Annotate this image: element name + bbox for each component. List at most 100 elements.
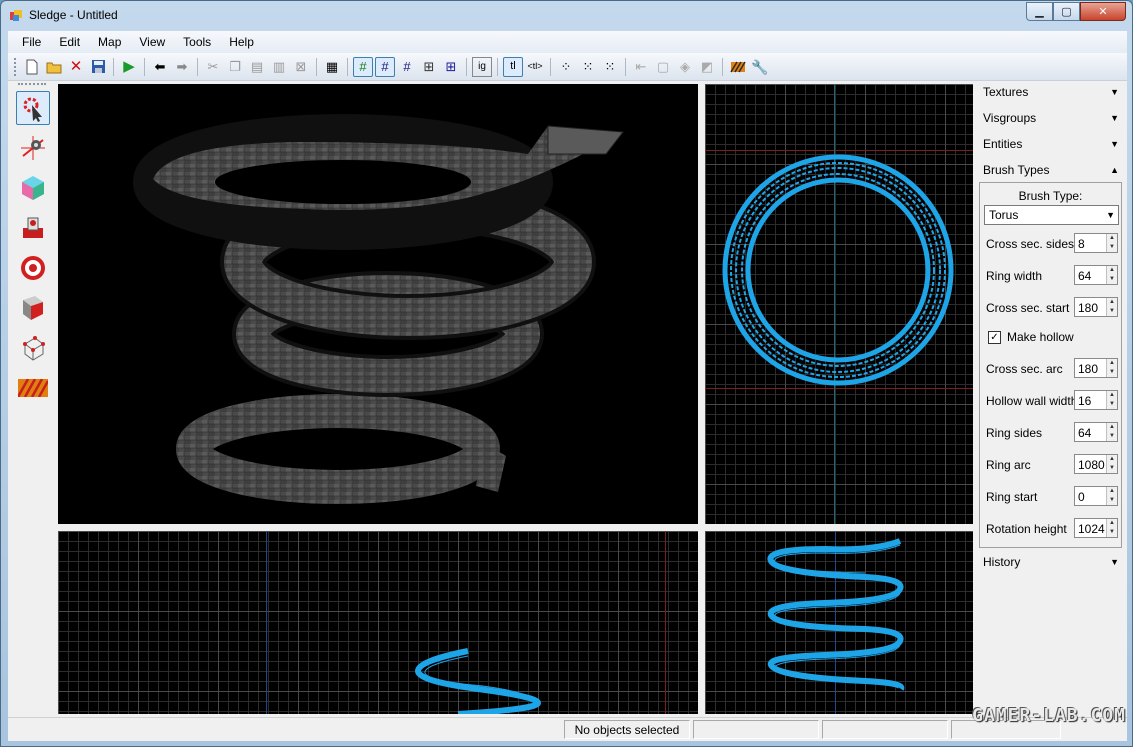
spinner-up-icon[interactable]: ▲ — [1107, 391, 1117, 400]
make-hollow-icon[interactable]: ◩ — [697, 57, 717, 77]
tie-to-entity-icon[interactable]: ⇤ — [631, 57, 651, 77]
spinner-value[interactable]: 1080 — [1078, 458, 1105, 472]
viewport-3d[interactable] — [58, 84, 698, 524]
spinner-down-icon[interactable]: ▼ — [1107, 400, 1117, 409]
texture-browser-icon[interactable] — [728, 57, 748, 77]
ring-start-spinner[interactable]: 0 ▲ ▼ — [1074, 486, 1118, 506]
texture-scale-lock-icon[interactable]: <tl> — [525, 57, 545, 77]
spinner-value[interactable]: 64 — [1078, 269, 1091, 283]
spinner-up-icon[interactable]: ▲ — [1107, 266, 1117, 275]
spinner-up-icon[interactable]: ▲ — [1107, 455, 1117, 464]
delete-icon[interactable]: ⊠ — [291, 57, 311, 77]
visgroups-section-header[interactable]: Visgroups ▼ — [977, 107, 1125, 129]
redo-icon[interactable]: ➡ — [172, 57, 192, 77]
toolbar-separator — [144, 57, 145, 76]
brush-types-section-header[interactable]: Brush Types ▲ — [977, 159, 1125, 181]
hide-selected-icon[interactable]: ⁙ — [600, 57, 620, 77]
spinner-up-icon[interactable]: ▲ — [1107, 519, 1117, 528]
menu-tools[interactable]: Tools — [175, 33, 219, 51]
spinner-value[interactable]: 1024 — [1078, 522, 1105, 536]
spinner-down-icon[interactable]: ▼ — [1107, 368, 1117, 377]
viewport-top-2d[interactable] — [705, 84, 973, 524]
clip-tool-icon[interactable] — [16, 371, 50, 405]
spinner-value[interactable]: 180 — [1078, 301, 1098, 315]
spinner-up-icon[interactable]: ▲ — [1107, 423, 1117, 432]
grid-3d-icon[interactable]: # — [375, 56, 395, 77]
entities-section-header[interactable]: Entities ▼ — [977, 133, 1125, 155]
spinner-down-icon[interactable]: ▼ — [1107, 307, 1117, 316]
spinner-value[interactable]: 0 — [1078, 490, 1085, 504]
carve-icon[interactable]: ◈ — [675, 57, 695, 77]
paste-icon[interactable]: ▤ — [247, 57, 267, 77]
spinner-down-icon[interactable]: ▼ — [1107, 243, 1117, 252]
camera-tool-icon[interactable] — [16, 131, 50, 165]
spinner-value[interactable]: 16 — [1078, 394, 1091, 408]
cut-icon[interactable]: ✂ — [203, 57, 223, 77]
move-to-world-icon[interactable]: ▢ — [653, 57, 673, 77]
brush-type-select[interactable]: Torus ▼ — [984, 205, 1119, 225]
viewport-side-2d[interactable] — [705, 531, 973, 714]
history-section-header[interactable]: History ▼ — [977, 551, 1125, 573]
texture-application-tool-icon[interactable] — [16, 291, 50, 325]
vertex-tool-icon[interactable] — [16, 331, 50, 365]
decal-tool-icon[interactable] — [16, 251, 50, 285]
grid-smaller-icon[interactable]: # — [397, 57, 417, 77]
paste-special-icon[interactable]: ▥ — [269, 57, 289, 77]
spinner-up-icon[interactable]: ▲ — [1107, 298, 1117, 307]
brush-tool-icon[interactable] — [16, 171, 50, 205]
ring-sides-spinner[interactable]: 64 ▲ ▼ — [1074, 422, 1118, 442]
spinner-down-icon[interactable]: ▼ — [1107, 275, 1117, 284]
menu-file[interactable]: File — [14, 33, 49, 51]
group-icon[interactable]: ⁘ — [556, 57, 576, 77]
copy-icon[interactable]: ❐ — [225, 57, 245, 77]
close-button[interactable]: ✕ — [1080, 2, 1126, 21]
properties-icon[interactable]: ▦ — [322, 57, 342, 77]
spinner-value[interactable]: 8 — [1078, 237, 1085, 251]
ignore-grouping-icon[interactable]: ig — [472, 56, 492, 77]
hollow-wall-width-spinner[interactable]: 16 ▲ ▼ — [1074, 390, 1118, 410]
spinner-value[interactable]: 180 — [1078, 362, 1098, 376]
run-icon[interactable]: ▶ — [119, 57, 139, 77]
open-folder-icon[interactable] — [44, 57, 64, 77]
settings-wrench-icon[interactable]: 🔧 — [750, 57, 770, 77]
select-tool-icon[interactable] — [16, 91, 50, 125]
make-hollow-checkbox-row[interactable]: ✓ Make hollow — [988, 327, 1118, 347]
spinner-down-icon[interactable]: ▼ — [1107, 528, 1117, 537]
rotation-height-spinner[interactable]: 1024 ▲ ▼ — [1074, 518, 1118, 538]
menu-help[interactable]: Help — [221, 33, 262, 51]
viewport-front-2d[interactable] — [58, 531, 698, 714]
spinner-value[interactable]: 64 — [1078, 426, 1091, 440]
undo-icon[interactable]: ⬅ — [150, 57, 170, 77]
maximize-button[interactable]: ▢ — [1053, 2, 1080, 21]
ring-arc-spinner[interactable]: 1080 ▲ ▼ — [1074, 454, 1118, 474]
title-bar[interactable]: Sledge - Untitled ▁ ▢ ✕ — [1, 1, 1132, 31]
cross-sec-arc-spinner[interactable]: 180 ▲ ▼ — [1074, 358, 1118, 378]
spinner-down-icon[interactable]: ▼ — [1107, 432, 1117, 441]
close-file-icon[interactable]: ✕ — [66, 57, 86, 77]
ring-width-spinner[interactable]: 64 ▲ ▼ — [1074, 265, 1118, 285]
spinner-up-icon[interactable]: ▲ — [1107, 359, 1117, 368]
entity-tool-icon[interactable] — [16, 211, 50, 245]
minimize-button[interactable]: ▁ — [1026, 2, 1053, 21]
grid-2d-icon[interactable]: # — [353, 56, 373, 77]
ungroup-icon[interactable]: ⁙ — [578, 57, 598, 77]
toolbar-grip[interactable] — [14, 57, 17, 76]
cross-sec-sides-spinner[interactable]: 8 ▲ ▼ — [1074, 233, 1118, 253]
spinner-down-icon[interactable]: ▼ — [1107, 496, 1117, 505]
watermark-logo: GAMER-LAB.COM — [972, 705, 1126, 726]
new-file-icon[interactable] — [22, 57, 42, 77]
menu-view[interactable]: View — [131, 33, 173, 51]
make-hollow-checkbox[interactable]: ✓ — [988, 330, 1001, 344]
menu-edit[interactable]: Edit — [51, 33, 88, 51]
grid-larger-icon[interactable]: ⊞ — [419, 57, 439, 77]
sidebar-grip — [18, 83, 46, 85]
spinner-down-icon[interactable]: ▼ — [1107, 464, 1117, 473]
cross-sec-start-spinner[interactable]: 180 ▲ ▼ — [1074, 297, 1118, 317]
spinner-up-icon[interactable]: ▲ — [1107, 487, 1117, 496]
textures-section-header[interactable]: Textures ▼ — [977, 81, 1125, 103]
texture-lock-icon[interactable]: tl — [503, 56, 523, 77]
menu-map[interactable]: Map — [90, 33, 129, 51]
snap-grid-icon[interactable]: ⊞ — [441, 57, 461, 77]
spinner-up-icon[interactable]: ▲ — [1107, 234, 1117, 243]
save-icon[interactable] — [88, 57, 108, 77]
